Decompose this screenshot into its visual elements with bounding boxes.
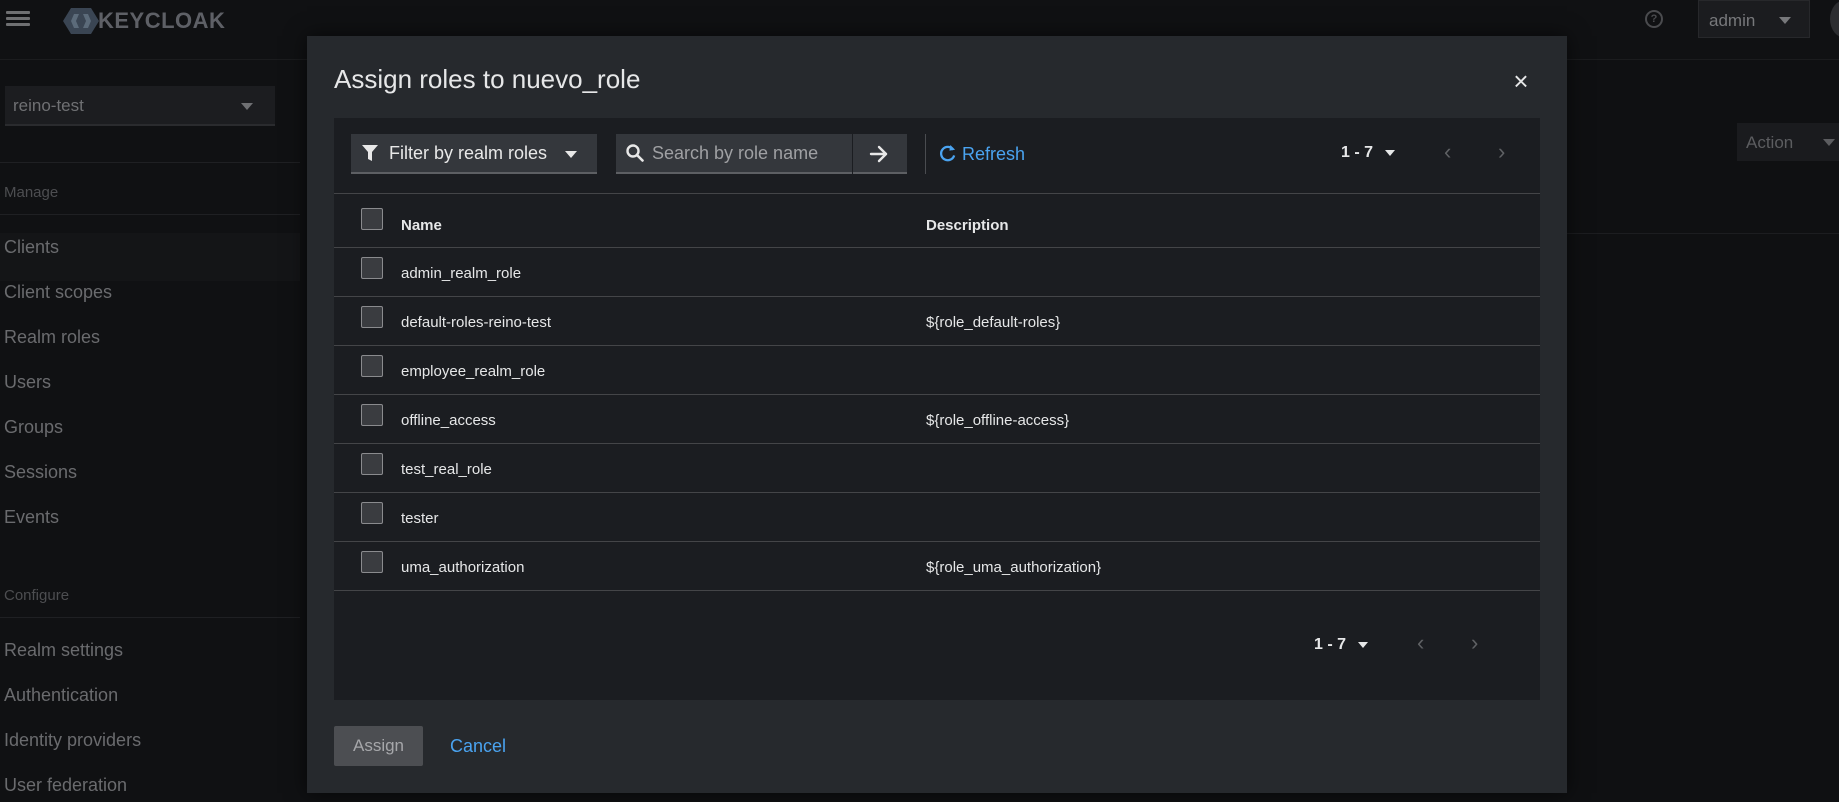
sidebar-item-events[interactable]: Events (4, 507, 59, 528)
logo-text: KEYCLOAK (98, 8, 226, 33)
row-checkbox[interactable] (361, 306, 383, 328)
sidebar-item-groups[interactable]: Groups (4, 417, 63, 438)
caret-down-icon (1779, 17, 1791, 24)
table-header: Name Description (334, 194, 1540, 248)
filter-icon (362, 145, 378, 167)
nav-section-manage: Manage (4, 184, 59, 201)
filter-dropdown-label: Filter by realm roles (389, 143, 548, 163)
row-checkbox[interactable] (361, 355, 383, 377)
table-row: employee_realm_role (334, 346, 1540, 395)
row-checkbox[interactable] (361, 502, 383, 524)
role-name: employee_realm_role (401, 363, 546, 380)
assign-roles-modal: Assign roles to nuevo_role × Filter by r… (307, 36, 1567, 793)
pagination-bottom-label: 1 - 7 (1314, 636, 1347, 653)
divider (925, 134, 926, 174)
column-header-description: Description (926, 217, 1009, 234)
filter-dropdown[interactable]: Filter by realm roles (351, 134, 597, 174)
refresh-label: Refresh (962, 144, 1026, 164)
cancel-button[interactable]: Cancel (450, 736, 506, 757)
user-menu[interactable]: admin (1698, 0, 1810, 38)
sidebar-item-realm-roles[interactable]: Realm roles (4, 327, 100, 348)
chevron-left-icon[interactable]: ‹ (1417, 630, 1424, 656)
roles-table-card: Filter by realm roles Refresh (334, 118, 1540, 700)
row-checkbox[interactable] (361, 453, 383, 475)
divider (1567, 233, 1839, 234)
close-icon[interactable]: × (1510, 68, 1532, 94)
refresh-button[interactable]: Refresh (939, 144, 1026, 165)
caret-down-icon (241, 103, 253, 110)
avatar[interactable] (1830, 0, 1839, 38)
assign-button[interactable]: Assign (334, 726, 423, 766)
action-dropdown[interactable]: Action (1737, 123, 1839, 161)
pagination-top-toggle[interactable]: 1 - 7 (1341, 144, 1396, 162)
realm-selector[interactable]: reino-test (5, 86, 275, 126)
table-row: default-roles-reino-test ${role_default-… (334, 297, 1540, 346)
role-description: ${role_default-roles} (926, 314, 1061, 331)
column-header-name: Name (401, 217, 442, 234)
keycloak-logo-icon (62, 6, 100, 36)
action-dropdown-label: Action (1746, 133, 1794, 152)
caret-down-icon (565, 151, 577, 158)
search-field (616, 134, 852, 174)
realm-selector-label: reino-test (13, 96, 84, 115)
help-icon[interactable]: ? (1645, 10, 1663, 28)
search-submit-button[interactable] (853, 134, 907, 174)
role-name: uma_authorization (401, 559, 525, 576)
caret-down-icon (1823, 139, 1835, 146)
table-row: admin_realm_role (334, 248, 1540, 297)
table-row: uma_authorization ${role_uma_authorizati… (334, 542, 1540, 591)
role-description: ${role_offline-access} (926, 412, 1070, 429)
sidebar-item-users[interactable]: Users (4, 372, 51, 393)
caret-down-icon (1385, 149, 1396, 156)
role-name: default-roles-reino-test (401, 314, 552, 331)
table-row: offline_access ${role_offline-access} (334, 395, 1540, 444)
row-checkbox[interactable] (361, 257, 383, 279)
sidebar-item-authentication[interactable]: Authentication (4, 685, 118, 706)
table-row: test_real_role (334, 444, 1540, 493)
caret-down-icon (1358, 641, 1369, 648)
sidebar-item-realm-settings[interactable]: Realm settings (4, 640, 123, 661)
row-checkbox[interactable] (361, 551, 383, 573)
user-menu-label: admin (1709, 11, 1756, 30)
pagination-bottom-toggle[interactable]: 1 - 7 (1314, 636, 1369, 654)
chevron-right-icon[interactable]: › (1498, 139, 1505, 165)
keycloak-logo[interactable]: KEYCLOAK (62, 6, 225, 36)
divider (0, 214, 300, 215)
sidebar-item-sessions[interactable]: Sessions (4, 462, 77, 483)
menu-icon[interactable] (6, 8, 30, 32)
nav-section-configure: Configure (4, 587, 70, 604)
chevron-right-icon[interactable]: › (1471, 630, 1478, 656)
sidebar: reino-test Manage Clients Client scopes … (0, 60, 300, 802)
select-all-checkbox[interactable] (361, 208, 383, 230)
sidebar-item-identity-providers[interactable]: Identity providers (4, 730, 141, 751)
sidebar-item-user-federation[interactable]: User federation (4, 775, 127, 796)
sidebar-item-client-scopes[interactable]: Client scopes (4, 282, 112, 303)
role-name: offline_access (401, 412, 496, 429)
role-name: test_real_role (401, 461, 492, 478)
role-name: admin_realm_role (401, 265, 522, 282)
sidebar-item-clients[interactable]: Clients (4, 237, 59, 258)
divider (0, 617, 300, 618)
table-row: tester (334, 493, 1540, 542)
search-input[interactable] (652, 134, 847, 172)
search-icon (626, 144, 644, 167)
row-checkbox[interactable] (361, 404, 383, 426)
table-toolbar: Filter by realm roles Refresh (334, 118, 1540, 194)
role-name: tester (401, 510, 439, 527)
divider (0, 162, 300, 163)
chevron-left-icon[interactable]: ‹ (1444, 139, 1451, 165)
modal-title: Assign roles to nuevo_role (334, 64, 641, 94)
role-description: ${role_uma_authorization} (926, 559, 1102, 576)
pagination-top-label: 1 - 7 (1341, 144, 1374, 161)
